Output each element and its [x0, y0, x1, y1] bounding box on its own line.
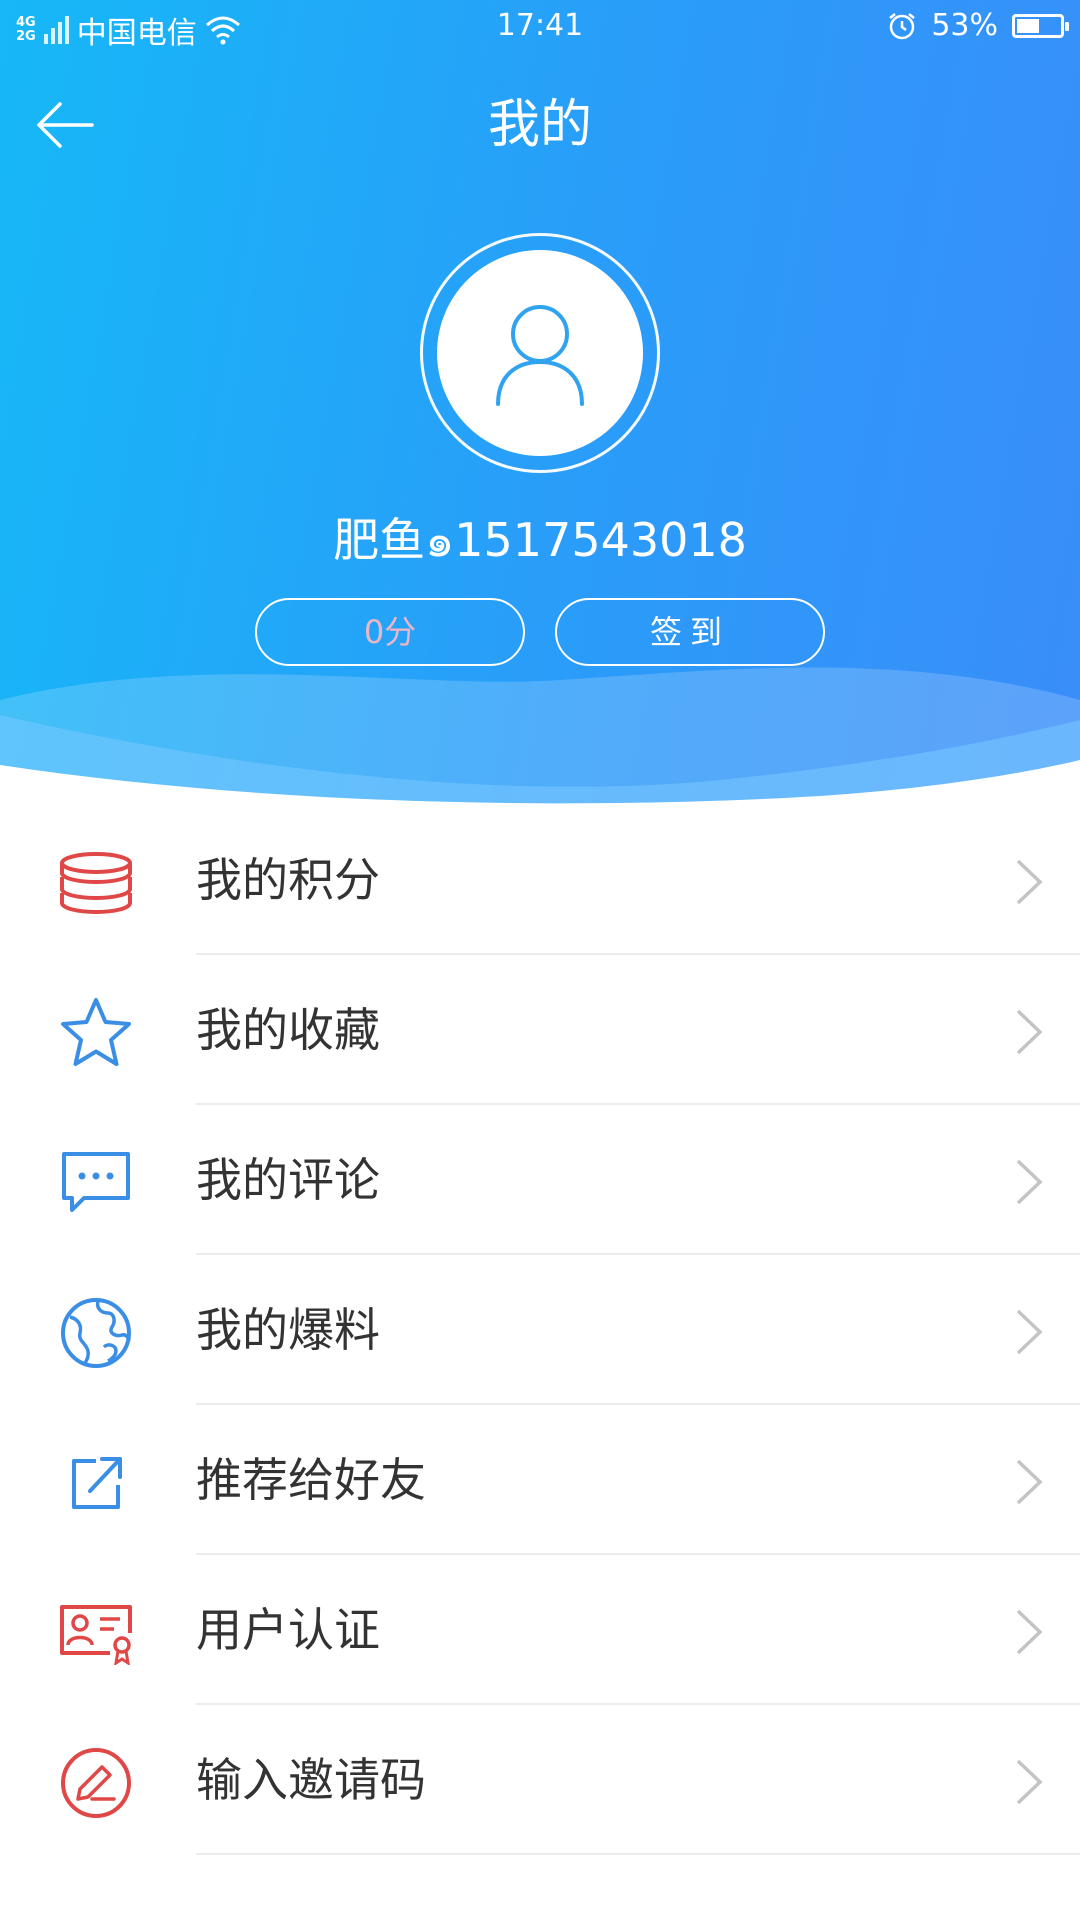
edit-icon	[58, 1745, 134, 1821]
menu-label-comments: 我的评论	[196, 1153, 380, 1207]
globe-icon	[58, 1295, 134, 1371]
username: 肥鱼๑1517543018	[333, 513, 747, 567]
share-icon	[58, 1445, 134, 1521]
menu-item-points[interactable]: 我的积分	[0, 805, 1080, 955]
menu-item-verification[interactable]: 用户认证	[0, 1555, 1080, 1705]
points-button[interactable]: 0分	[255, 598, 525, 666]
menu-item-favorites[interactable]: 我的收藏	[0, 955, 1080, 1105]
page-title: 我的	[487, 95, 592, 155]
avatar[interactable]	[420, 233, 660, 473]
chevron-right-icon	[1016, 1459, 1043, 1505]
star-icon	[58, 995, 134, 1071]
battery-fill	[1017, 18, 1040, 33]
user-icon	[496, 305, 584, 406]
certificate-icon	[58, 1595, 134, 1671]
battery-icon	[1012, 13, 1069, 38]
menu-label-invite-code: 输入邀请码	[196, 1753, 426, 1807]
menu-item-invite-code[interactable]: 输入邀请码	[0, 1705, 1080, 1855]
header-wave	[0, 667, 1080, 805]
menu-item-reports[interactable]: 我的爆料	[0, 1255, 1080, 1405]
status-bar: 4G 2G 中国电信 17:41 53%	[0, 0, 1080, 56]
menu-label-recommend: 推荐给好友	[196, 1453, 426, 1507]
alarm-icon	[889, 12, 916, 39]
menu-label-favorites: 我的收藏	[196, 1003, 380, 1057]
menu-list: 我的积分 我的收藏 我的评论 我的爆料 推荐给好友 用户认证 输入邀请码	[0, 805, 1080, 1855]
profile-screen: 4G 2G 中国电信 17:41 53% 我的 肥鱼๑1517543018 0分…	[0, 0, 1080, 1920]
menu-label-reports: 我的爆料	[196, 1303, 380, 1357]
divider	[196, 1853, 1080, 1855]
comment-icon	[58, 1145, 134, 1221]
status-right: 53%	[887, 8, 1069, 43]
battery-percent: 53%	[931, 8, 998, 43]
coin-stack-icon	[58, 845, 134, 921]
avatar-circle	[437, 250, 643, 456]
chevron-right-icon	[1016, 1609, 1043, 1655]
chevron-right-icon	[1016, 859, 1043, 905]
chevron-right-icon	[1016, 1009, 1043, 1055]
chevron-right-icon	[1016, 1759, 1043, 1805]
checkin-button[interactable]: 签到	[555, 598, 825, 666]
menu-label-points: 我的积分	[196, 853, 380, 907]
chevron-right-icon	[1016, 1309, 1043, 1355]
menu-item-recommend[interactable]: 推荐给好友	[0, 1405, 1080, 1555]
menu-item-comments[interactable]: 我的评论	[0, 1105, 1080, 1255]
menu-label-verification: 用户认证	[196, 1603, 380, 1657]
chevron-right-icon	[1016, 1159, 1043, 1205]
